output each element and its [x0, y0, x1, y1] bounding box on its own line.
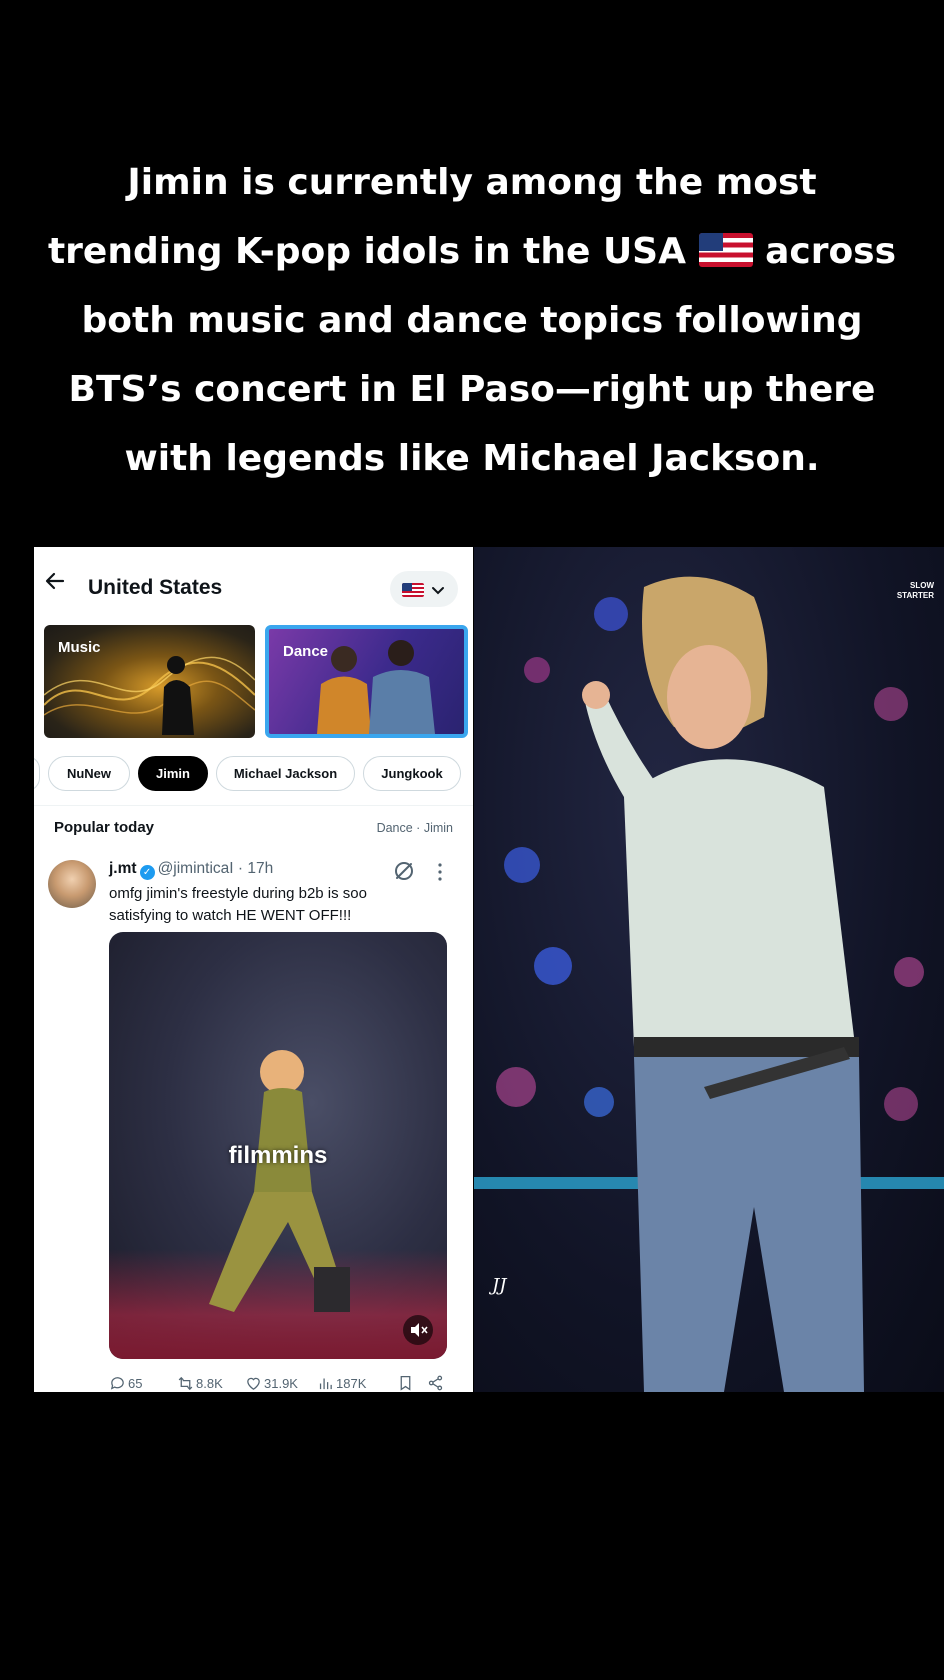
brand-line: SLOW — [910, 581, 934, 590]
caption-line-part: trending K-pop idols in the USA — [47, 231, 686, 272]
chip-partial[interactable] — [34, 756, 40, 791]
like-button[interactable]: 31.9K — [245, 1373, 298, 1392]
muted-speaker-icon — [411, 1323, 428, 1337]
mute-button[interactable] — [403, 1315, 433, 1345]
caption-line: BTS’s concert in El Paso—right up there — [68, 369, 876, 410]
more-options-icon[interactable] — [438, 863, 442, 881]
chip-nunew[interactable]: NuNew — [48, 756, 130, 791]
chip-jungkook[interactable]: Jungkook — [363, 756, 461, 791]
reply-button[interactable]: 65 — [109, 1373, 142, 1392]
views-button[interactable]: 187K — [317, 1373, 366, 1392]
topic-label: Dance — [283, 643, 329, 660]
verified-badge-icon: ✓ — [139, 865, 155, 880]
caption-line: with legends like Michael Jackson. — [124, 438, 820, 479]
page-title: United States — [88, 576, 223, 599]
caption-line: trending K-pop idols in the USA across — [30, 217, 914, 286]
section-title: Popular today — [54, 819, 155, 836]
topic-chips: NuNew Jimin Michael Jackson Jungkook — [34, 756, 473, 792]
chip-michael-jackson[interactable]: Michael Jackson — [216, 756, 355, 791]
trending-screenshot: United States Music Dance NuNew Jimin Mi… — [34, 547, 473, 1392]
caption-text: Jimin is currently among the most trendi… — [30, 148, 914, 493]
views-icon — [319, 1378, 332, 1389]
caption-line: both music and dance topics following — [81, 300, 863, 341]
caption-line-part: across — [765, 231, 897, 272]
heart-icon — [247, 1377, 260, 1390]
topic-card-music[interactable]: Music — [44, 625, 255, 738]
section-meta: Dance · Jimin — [376, 821, 453, 835]
bookmark-icon[interactable] — [397, 1373, 414, 1392]
topic-label: Music — [58, 639, 101, 656]
header-bar: United States — [34, 547, 473, 617]
chip-jimin[interactable]: Jimin — [138, 756, 208, 791]
like-count: 31.9K — [264, 1375, 298, 1391]
share-icon[interactable] — [427, 1373, 444, 1392]
repost-button[interactable]: 8.8K — [177, 1373, 223, 1392]
dancer-figure — [209, 1050, 350, 1312]
post-author-name[interactable]: j.mt — [109, 860, 137, 877]
repost-count: 8.8K — [196, 1375, 223, 1391]
post-handle: @jiminticaI · 17h — [157, 860, 274, 877]
video-watermark: filmmins — [228, 1142, 328, 1169]
concert-photo: SLOW STARTER JJ — [474, 547, 944, 1392]
divider — [34, 805, 473, 806]
reply-count: 65 — [128, 1375, 143, 1391]
post-text: omfg jimin's freestyle during b2b is soo… — [109, 885, 367, 924]
grok-icon[interactable] — [392, 859, 416, 883]
signature-watermark: JJ — [492, 1275, 507, 1296]
post-header: j.mt ✓ @jiminticaI · 17h — [109, 860, 273, 880]
chevron-down-icon — [432, 587, 444, 595]
performer-figure — [582, 576, 864, 1392]
avatar[interactable] — [48, 860, 96, 908]
brand-watermark: SLOW STARTER — [897, 581, 934, 601]
brand-line: STARTER — [896, 591, 934, 600]
country-selector[interactable] — [390, 571, 458, 607]
us-flag-icon — [698, 233, 753, 267]
reply-icon — [110, 1376, 124, 1390]
view-count: 187K — [336, 1375, 367, 1391]
post-actions: 65 8.8K 31.9K 187K — [109, 1373, 449, 1392]
post-video[interactable]: filmmins — [109, 932, 447, 1359]
us-flag-icon — [402, 583, 424, 597]
repost-icon — [178, 1376, 193, 1390]
caption-line: Jimin is currently among the most — [127, 162, 817, 203]
topic-card-dance[interactable]: Dance — [265, 625, 468, 738]
back-arrow-icon[interactable] — [43, 569, 67, 593]
